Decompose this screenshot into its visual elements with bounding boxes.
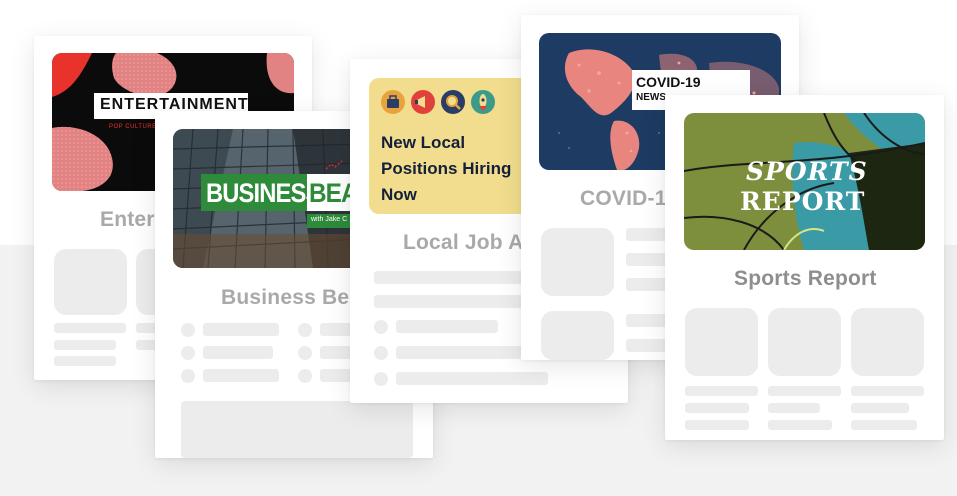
placeholder-line <box>54 340 116 350</box>
placeholder-line <box>396 372 548 385</box>
sports-card[interactable]: SPORTS REPORT Sports Report <box>665 95 944 440</box>
covid-title: COVID-1 <box>580 187 667 210</box>
placeholder-line <box>685 420 749 430</box>
business-title: Business Be <box>221 286 350 309</box>
jobs-headline-1: New Local <box>381 133 466 152</box>
placeholder-box <box>541 311 614 360</box>
covid-thumb-subtitle: NEWS <box>636 92 666 103</box>
placeholder-box <box>54 249 127 315</box>
placeholder-block <box>181 401 413 458</box>
placeholder-line <box>374 295 524 308</box>
briefcase-icon <box>381 90 405 114</box>
jobs-title: Local Job A <box>403 231 524 254</box>
placeholder-dot <box>298 369 312 383</box>
placeholder-line <box>851 420 917 430</box>
placeholder-line <box>54 323 126 333</box>
placeholder-line <box>54 356 116 366</box>
placeholder-box <box>685 308 758 376</box>
placeholder-line <box>768 386 841 396</box>
placeholder-dot <box>181 369 195 383</box>
placeholder-line <box>203 369 279 382</box>
placeholder-dot <box>374 372 388 386</box>
placeholder-dot <box>298 323 312 337</box>
placeholder-line <box>851 386 924 396</box>
placeholder-line <box>203 346 273 359</box>
sports-thumbnail[interactable]: SPORTS REPORT <box>684 113 925 250</box>
magnifier-icon <box>441 90 465 114</box>
sports-thumb-line2: REPORT <box>740 187 866 216</box>
placeholder-line <box>685 386 758 396</box>
sports-thumb-line1: SPORTS <box>746 157 868 186</box>
placeholder-dot <box>374 346 388 360</box>
trend-icon <box>325 160 343 170</box>
business-thumb-byline: with Jake C <box>311 216 348 223</box>
placeholder-line <box>768 403 820 413</box>
business-thumb-word1: BUSINESS <box>206 178 321 208</box>
placeholder-box <box>768 308 841 376</box>
placeholder-line <box>685 403 749 413</box>
placeholder-dot <box>374 320 388 334</box>
covid-thumb-title: COVID-19 <box>636 74 701 90</box>
rocket-icon <box>471 90 495 114</box>
entertainment-title: Enter <box>100 208 155 231</box>
placeholder-line <box>396 346 524 359</box>
placeholder-dot <box>181 346 195 360</box>
placeholder-line <box>396 320 498 333</box>
placeholder-line <box>203 323 279 336</box>
placeholder-dot <box>181 323 195 337</box>
placeholder-line <box>768 420 832 430</box>
placeholder-dot <box>298 346 312 360</box>
placeholder-box <box>851 308 924 376</box>
placeholder-box <box>541 228 614 296</box>
megaphone-icon <box>411 90 435 114</box>
jobs-headline-2: Positions Hiring <box>381 159 512 178</box>
jobs-headline-3: Now <box>381 185 417 204</box>
placeholder-line <box>374 271 524 284</box>
sports-title: Sports Report <box>734 267 877 290</box>
placeholder-line <box>851 403 909 413</box>
